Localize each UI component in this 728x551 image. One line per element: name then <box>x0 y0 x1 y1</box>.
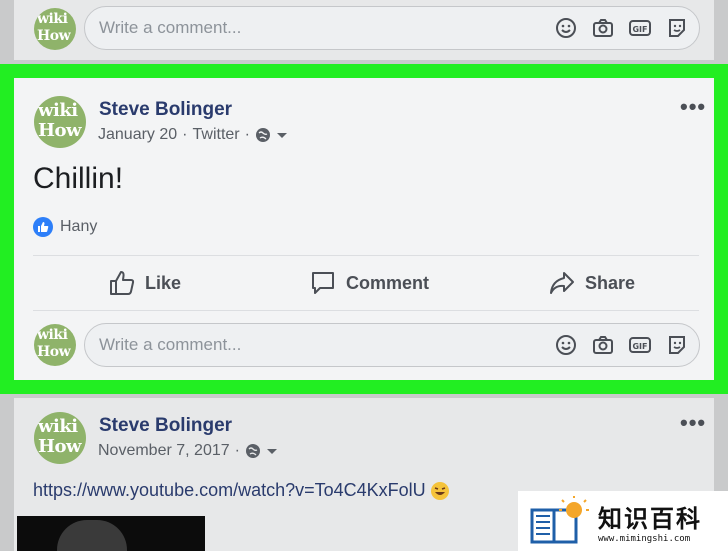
camera-icon[interactable] <box>591 16 615 40</box>
reaction-summary[interactable]: Hany <box>33 217 97 237</box>
svg-text:GIF: GIF <box>632 25 647 34</box>
video-frame <box>57 520 127 551</box>
share-label: Share <box>585 272 636 293</box>
chevron-down-icon[interactable] <box>266 445 278 457</box>
reaction-names: Hany <box>60 218 98 235</box>
comment-button[interactable]: Comment <box>310 270 429 296</box>
youtube-link[interactable]: https://www.youtube.com/watch?v=To4C4KxF… <box>33 480 426 501</box>
like-reaction-icon <box>33 217 53 237</box>
gif-icon[interactable]: GIF <box>628 16 652 40</box>
comment-input[interactable]: Write a comment... GIF <box>84 6 700 50</box>
watermark-text: 知识百科 www.mimingshi.com <box>598 499 702 544</box>
meta-separator: · <box>182 126 188 143</box>
post-card: wiki How Steve Bolinger January 20 · Twi… <box>14 78 714 380</box>
post-meta: November 7, 2017 · <box>98 442 278 460</box>
watermark-brand: 知识百科 <box>598 504 702 533</box>
post-date[interactable]: November 7, 2017 <box>98 442 230 460</box>
emoji-icon[interactable] <box>554 16 578 40</box>
author-avatar[interactable]: wiki How <box>34 412 86 464</box>
comment-label: Comment <box>346 272 430 293</box>
like-button[interactable]: Like <box>109 270 181 296</box>
post-link-row: https://www.youtube.com/watch?v=To4C4KxF… <box>33 480 450 501</box>
meta-separator: · <box>244 126 250 143</box>
like-label: Like <box>145 272 182 293</box>
svg-text:GIF: GIF <box>632 342 647 351</box>
watermark-logo: 知识百科 www.mimingshi.com <box>518 491 728 551</box>
comment-placeholder: Write a comment... <box>99 18 242 37</box>
comment-icon <box>312 272 334 294</box>
post-text: Chillin! <box>33 162 124 195</box>
share-icon <box>550 272 574 294</box>
avatar[interactable]: wiki How <box>34 8 76 50</box>
chevron-down-icon[interactable] <box>276 129 288 141</box>
sticker-icon[interactable] <box>665 16 689 40</box>
divider <box>33 310 699 311</box>
thumbs-up-icon <box>110 271 135 295</box>
post-options-button[interactable]: ••• <box>680 94 706 120</box>
book-lightbulb-icon <box>530 496 589 544</box>
previous-post-card: wiki How Write a comment... GIF <box>14 0 714 60</box>
share-button[interactable]: Share <box>549 270 635 296</box>
globe-icon[interactable] <box>255 127 271 143</box>
comment-placeholder: Write a comment... <box>99 335 242 354</box>
post-source: Twitter <box>192 126 240 143</box>
camera-icon[interactable] <box>591 333 615 357</box>
watermark-url: www.mimingshi.com <box>598 533 691 544</box>
author-name[interactable]: Steve Bolinger <box>99 415 232 437</box>
gif-icon[interactable]: GIF <box>628 333 652 357</box>
video-thumbnail[interactable] <box>17 516 205 551</box>
author-avatar[interactable]: wiki How <box>34 96 86 148</box>
meta-separator: · <box>234 442 240 459</box>
comment-input[interactable]: Write a comment... GIF <box>84 323 700 367</box>
laughing-emoji-icon <box>430 481 449 500</box>
post-date[interactable]: January 20 <box>98 126 177 144</box>
sticker-icon[interactable] <box>665 333 689 357</box>
post-options-button[interactable]: ••• <box>680 410 706 436</box>
commenter-avatar[interactable]: wiki How <box>34 324 76 366</box>
post-meta: January 20 · Twitter · <box>98 126 288 144</box>
author-name[interactable]: Steve Bolinger <box>99 99 232 121</box>
emoji-icon[interactable] <box>554 333 578 357</box>
divider <box>33 255 699 256</box>
globe-icon[interactable] <box>245 443 261 459</box>
